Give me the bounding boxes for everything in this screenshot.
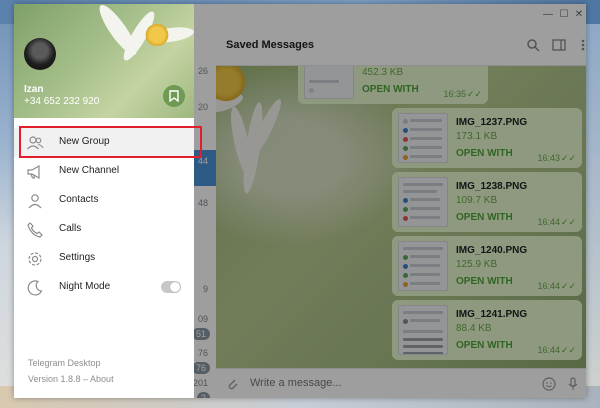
telegram-window: — ☐ ✕ 26 20 44 48 9 09 51 76 76 201 2 Sa…	[14, 4, 586, 398]
menu-item-new-channel[interactable]: New Channel	[14, 157, 194, 186]
moon-icon	[27, 280, 43, 296]
toggle-knob	[170, 282, 180, 292]
phone-icon	[27, 222, 43, 238]
desktop-wallpaper-right	[586, 24, 600, 394]
drawer-cover: Izan +34 652 232 920	[14, 4, 194, 118]
bookmark-icon	[169, 90, 179, 102]
menu-item-label: New Channel	[59, 165, 120, 176]
main-menu-drawer: Izan +34 652 232 920 New Group New Chann…	[14, 4, 194, 398]
version-about-link[interactable]: Version 1.8.8 – About	[28, 374, 114, 384]
menu-item-calls[interactable]: Calls	[14, 215, 194, 244]
menu-item-night-mode[interactable]: Night Mode	[14, 273, 194, 302]
night-mode-toggle[interactable]	[161, 281, 181, 293]
user-phone: +34 652 232 920	[24, 96, 100, 107]
app-name: Telegram Desktop	[28, 358, 101, 368]
megaphone-icon	[27, 164, 40, 180]
avatar[interactable]	[24, 38, 56, 70]
menu-item-contacts[interactable]: Contacts	[14, 186, 194, 215]
menu-item-label: Night Mode	[59, 281, 111, 292]
cover-flower	[144, 24, 170, 46]
saved-messages-button[interactable]	[163, 85, 185, 107]
menu-item-label: Contacts	[59, 194, 99, 205]
highlight-annotation	[19, 126, 202, 158]
menu-item-label: Calls	[59, 223, 82, 234]
menu-item-settings[interactable]: Settings	[14, 244, 194, 273]
gear-icon	[28, 252, 42, 266]
menu-item-label: Settings	[59, 252, 96, 263]
person-icon	[28, 194, 42, 209]
user-name: Izan	[24, 84, 44, 95]
